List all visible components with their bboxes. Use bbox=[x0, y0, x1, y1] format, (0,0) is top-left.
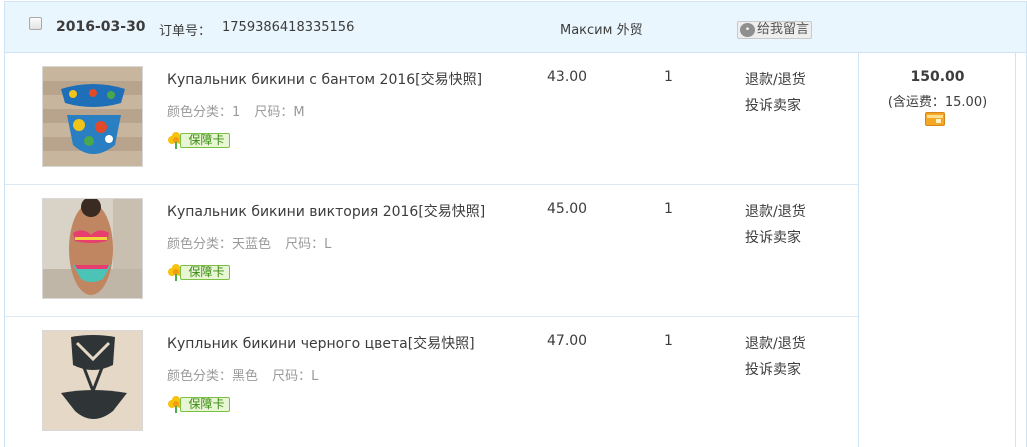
item-quantity: 1 bbox=[664, 69, 673, 85]
guarantee-card-badge[interactable]: 保障卡 bbox=[167, 131, 231, 149]
order-items: Купальник бикини с бантом 2016[交易快照] 颜色分… bbox=[5, 53, 859, 447]
shipping-fee: (含运费：15.00) bbox=[887, 95, 988, 110]
product-size: 尺码：M bbox=[254, 105, 305, 120]
order-card: 2016-03-30 订单号： 1759386418335156 Максим … bbox=[4, 1, 1027, 447]
refund-return-link[interactable]: 退款/退货 bbox=[745, 67, 806, 93]
product-title-link[interactable]: Купльник бикини черного цвета[交易快照] bbox=[167, 333, 475, 353]
item-price: 47.00 bbox=[547, 333, 588, 349]
item-price: 45.00 bbox=[547, 201, 588, 217]
item-operations: 退款/退货 投诉卖家 bbox=[745, 331, 806, 383]
product-thumbnail[interactable] bbox=[42, 198, 143, 299]
complain-seller-link[interactable]: 投诉卖家 bbox=[745, 93, 806, 119]
leave-message-button[interactable]: • 给我留言 bbox=[737, 21, 813, 39]
order-total: 150.00 bbox=[910, 69, 965, 85]
message-bubble-icon: • bbox=[740, 23, 755, 37]
order-item-row: Купльник бикини черного цвета[交易快照] 颜色分类… bbox=[5, 316, 859, 447]
item-quantity: 1 bbox=[664, 333, 673, 349]
guarantee-card-label: 保障卡 bbox=[180, 397, 230, 412]
product-color: 颜色分类：黑色 bbox=[167, 369, 259, 384]
item-operations: 退款/退货 投诉卖家 bbox=[745, 67, 806, 119]
product-attributes: 颜色分类：1 尺码：M bbox=[167, 101, 315, 120]
order-item-row: Купальник бикини с бантом 2016[交易快照] 颜色分… bbox=[5, 53, 859, 185]
item-quantity: 1 bbox=[664, 201, 673, 217]
product-thumbnail[interactable] bbox=[42, 66, 143, 167]
order-header: 2016-03-30 订单号： 1759386418335156 Максим … bbox=[5, 1, 1026, 53]
product-size: 尺码：L bbox=[272, 369, 319, 384]
order-number-label: 订单号： bbox=[159, 24, 212, 39]
product-size: 尺码：L bbox=[285, 237, 332, 252]
item-operations: 退款/退货 投诉卖家 bbox=[745, 199, 806, 251]
order-item-row: Купальник бикини виктория 2016[交易快照] 颜色分… bbox=[5, 184, 859, 316]
order-total-column: 150.00 (含运费：15.00) bbox=[859, 53, 1016, 447]
product-attributes: 颜色分类：黑色 尺码：L bbox=[167, 365, 328, 384]
order-date: 2016-03-30 bbox=[56, 19, 146, 35]
product-title-link[interactable]: Купальник бикини виктория 2016[交易快照] bbox=[167, 201, 485, 221]
guarantee-card-badge[interactable]: 保障卡 bbox=[167, 263, 231, 281]
refund-return-link[interactable]: 退款/退货 bbox=[745, 199, 806, 225]
guarantee-card-badge[interactable]: 保障卡 bbox=[167, 395, 231, 413]
order-number: 1759386418335156 bbox=[222, 20, 355, 35]
product-color: 颜色分类：天蓝色 bbox=[167, 237, 272, 252]
credit-card-icon[interactable] bbox=[925, 112, 945, 126]
product-attributes: 颜色分类：天蓝色 尺码：L bbox=[167, 233, 341, 252]
product-thumbnail[interactable] bbox=[42, 330, 143, 431]
order-select-checkbox[interactable] bbox=[29, 17, 42, 30]
leave-message-label: 给我留言 bbox=[757, 22, 810, 37]
guarantee-card-label: 保障卡 bbox=[180, 265, 230, 280]
complain-seller-link[interactable]: 投诉卖家 bbox=[745, 225, 806, 251]
product-title-link[interactable]: Купальник бикини с бантом 2016[交易快照] bbox=[167, 69, 482, 89]
refund-return-link[interactable]: 退款/退货 bbox=[745, 331, 806, 357]
item-price: 43.00 bbox=[547, 69, 588, 85]
complain-seller-link[interactable]: 投诉卖家 bbox=[745, 357, 806, 383]
product-color: 颜色分类：1 bbox=[167, 105, 241, 120]
guarantee-card-label: 保障卡 bbox=[180, 133, 230, 148]
shop-name-link[interactable]: Максим 外贸 bbox=[560, 19, 643, 38]
